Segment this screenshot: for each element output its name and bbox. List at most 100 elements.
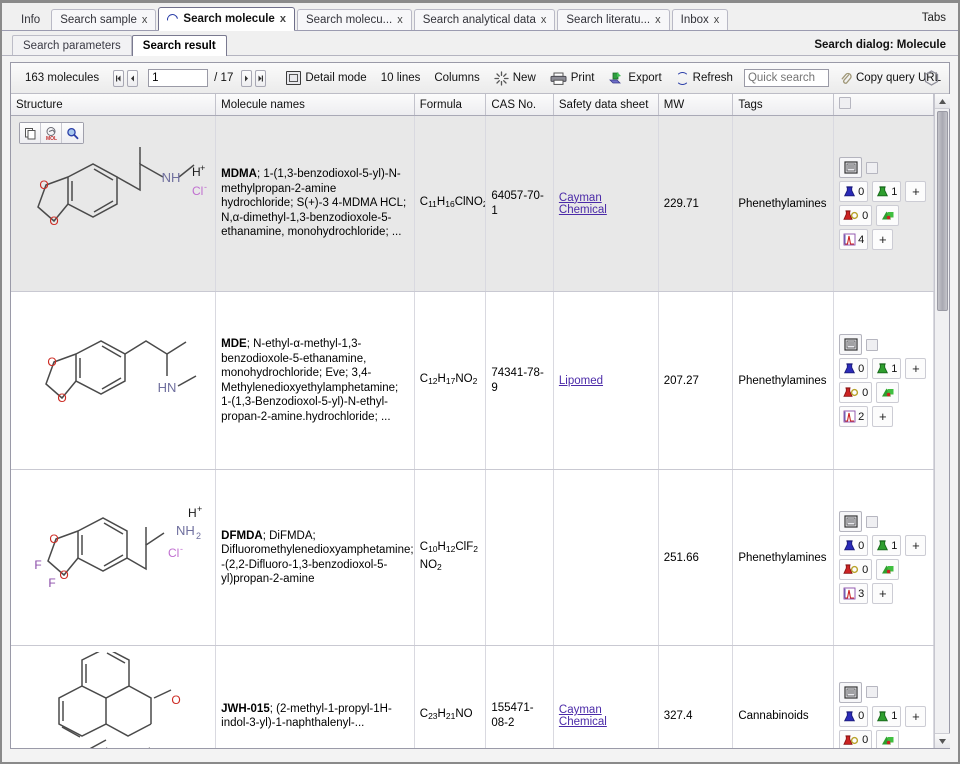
table-row[interactable]: O O F F NH 2 H + Cl - xyxy=(11,470,934,646)
add-sample-button[interactable]: + xyxy=(905,181,926,202)
add-chromatogram-button[interactable]: + xyxy=(872,406,893,427)
close-icon[interactable]: x xyxy=(655,14,661,26)
quick-search-input[interactable] xyxy=(744,69,829,87)
tabs-caption: Tabs xyxy=(922,12,946,24)
close-icon[interactable]: x xyxy=(541,14,547,26)
blue-sample-count: 0 xyxy=(858,363,864,375)
column-header-sds[interactable]: Safety data sheet xyxy=(553,94,658,116)
red-sample-assign-button[interactable]: 0 xyxy=(839,382,872,403)
tab-search-molecule-2[interactable]: Search molecu... x xyxy=(297,9,412,30)
table-row[interactable]: MOL xyxy=(11,116,934,292)
green-sample-button[interactable]: 1 xyxy=(872,181,901,202)
column-header-tags[interactable]: Tags xyxy=(733,94,834,116)
blue-sample-button[interactable]: 0 xyxy=(839,706,868,727)
green-flag-button[interactable] xyxy=(876,382,899,403)
row-detail-button[interactable] xyxy=(839,334,862,355)
add-chromatogram-button[interactable]: + xyxy=(872,229,893,250)
chromatogram-button[interactable]: 2 xyxy=(839,406,868,427)
add-sample-button[interactable]: + xyxy=(905,706,926,727)
tab-search-sample[interactable]: Search sample x xyxy=(51,9,156,30)
last-page-button[interactable] xyxy=(255,70,266,87)
column-header-formula[interactable]: Formula xyxy=(414,94,486,116)
green-flag-button[interactable] xyxy=(876,559,899,580)
prev-page-button[interactable] xyxy=(127,70,138,87)
table-row[interactable]: O O HN MDE; N-ethyl-α-methyl-1,3-benzodi… xyxy=(11,292,934,470)
red-sample-assign-button[interactable]: 0 xyxy=(839,730,872,749)
sds-link[interactable]: Cayman Chemical xyxy=(559,192,607,216)
hexagon-icon[interactable] xyxy=(924,70,939,86)
formula-sub: 11 xyxy=(428,199,437,209)
green-flag-button[interactable] xyxy=(876,730,899,749)
first-page-button[interactable] xyxy=(113,70,124,87)
blue-sample-button[interactable]: 0 xyxy=(839,535,868,556)
row-select-checkbox[interactable] xyxy=(866,339,878,351)
column-header-names[interactable]: Molecule names xyxy=(216,94,415,116)
scroll-down-button[interactable] xyxy=(935,733,950,748)
blue-sample-button[interactable]: 0 xyxy=(839,358,868,379)
scrollbar-thumb[interactable] xyxy=(937,111,948,311)
columns-button[interactable]: Columns xyxy=(427,67,486,89)
row-select-checkbox[interactable] xyxy=(866,162,878,174)
refresh-button[interactable]: Refresh xyxy=(669,67,740,89)
result-toolbar: 163 molecules / 17 Detail mode 10 lines xyxy=(11,63,949,94)
close-icon[interactable]: x xyxy=(397,14,403,26)
close-icon[interactable]: x xyxy=(280,13,286,25)
jwh015-structure: O xyxy=(16,652,212,748)
table-row[interactable]: O JWH-015; (2-methyl-1-propyl-1H-indol-3… xyxy=(11,646,934,749)
chromatogram-button[interactable]: 4 xyxy=(839,229,868,250)
row-select-checkbox[interactable] xyxy=(866,686,878,698)
row-detail-button[interactable] xyxy=(839,511,862,532)
add-sample-button[interactable]: + xyxy=(905,535,926,556)
green-sample-button[interactable]: 1 xyxy=(872,358,901,379)
page-number-input[interactable] xyxy=(148,69,208,87)
next-page-button[interactable] xyxy=(241,70,252,87)
column-header-mw[interactable]: MW xyxy=(658,94,733,116)
add-sample-button[interactable]: + xyxy=(905,358,926,379)
tab-search-literature[interactable]: Search literatu... x xyxy=(557,9,669,30)
cell-structure[interactable]: MOL xyxy=(11,116,216,292)
tab-search-result[interactable]: Search result xyxy=(132,35,227,56)
tab-search-analytical-data[interactable]: Search analytical data x xyxy=(414,9,556,30)
molecule-name-synonyms: ; N-ethyl-α-methyl-1,3-benzodioxole-5-et… xyxy=(221,338,398,423)
row-detail-button[interactable] xyxy=(839,682,862,703)
cell-structure[interactable]: O O HN xyxy=(11,292,216,470)
sub-tab-bar: Search parameters Search result Search d… xyxy=(2,31,958,56)
sds-link[interactable]: Cayman Chemical xyxy=(559,704,607,728)
scroll-up-button[interactable] xyxy=(935,94,950,109)
tab-search-parameters[interactable]: Search parameters xyxy=(12,35,132,55)
column-header-cas[interactable]: CAS No. xyxy=(486,94,554,116)
print-button[interactable]: Print xyxy=(543,67,602,89)
vertical-scrollbar[interactable] xyxy=(934,94,949,748)
column-header-structure[interactable]: Structure xyxy=(11,94,216,116)
green-sample-button[interactable]: 1 xyxy=(872,706,901,727)
lines-button[interactable]: 10 lines xyxy=(374,67,428,89)
column-header-actions[interactable] xyxy=(834,94,934,116)
detail-mode-button[interactable]: Detail mode xyxy=(279,67,373,89)
export-button[interactable]: Export xyxy=(601,67,668,89)
tab-search-molecule[interactable]: Search molecule x xyxy=(158,7,295,31)
close-icon[interactable]: x xyxy=(714,14,720,26)
cell-structure[interactable]: O O F F NH 2 H + Cl - xyxy=(11,470,216,646)
blue-sample-button[interactable]: 0 xyxy=(839,181,868,202)
cell-structure[interactable]: O xyxy=(11,646,216,749)
red-sample-assign-button[interactable]: 0 xyxy=(839,559,872,580)
chromatogram-button[interactable]: 3 xyxy=(839,583,868,604)
new-button[interactable]: New xyxy=(487,67,543,89)
tab-inbox[interactable]: Inbox x xyxy=(672,9,729,30)
svg-text:O: O xyxy=(49,532,58,546)
close-icon[interactable]: x xyxy=(142,14,148,26)
add-chromatogram-button[interactable]: + xyxy=(872,583,893,604)
red-sample-assign-button[interactable]: 0 xyxy=(839,205,872,226)
sds-link[interactable]: Lipomed xyxy=(559,375,603,387)
row-select-checkbox[interactable] xyxy=(866,516,878,528)
green-flag-button[interactable] xyxy=(876,205,899,226)
copy-icon[interactable] xyxy=(20,123,41,143)
select-all-checkbox[interactable] xyxy=(839,97,851,109)
tab-info[interactable]: Info xyxy=(12,9,49,30)
magnifier-icon[interactable] xyxy=(62,123,83,143)
formula-sub: 17 xyxy=(446,376,455,386)
row-detail-button[interactable] xyxy=(839,157,862,178)
mol-export-icon[interactable]: MOL xyxy=(41,123,62,143)
green-sample-button[interactable]: 1 xyxy=(872,535,901,556)
blue-flask-icon xyxy=(843,362,856,375)
